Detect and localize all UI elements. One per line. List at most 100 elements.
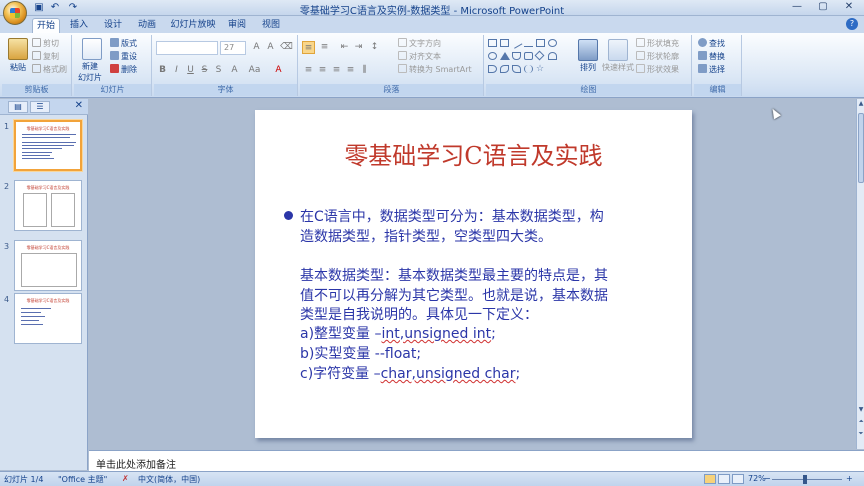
freeform-shape-icon[interactable]	[512, 65, 521, 73]
reset-button[interactable]: 重设	[110, 51, 137, 63]
shape-fill-button[interactable]: 形状填充	[636, 38, 679, 50]
grow-font-icon[interactable]: A	[250, 41, 263, 54]
bullets-icon[interactable]: ≡	[302, 41, 315, 54]
arrange-icon[interactable]	[578, 39, 598, 61]
close-pane-icon[interactable]: ✕	[75, 100, 83, 111]
zoom-slider-knob[interactable]	[803, 475, 807, 484]
scroll-up-icon[interactable]: ▲	[857, 99, 864, 109]
zoom-slider[interactable]	[772, 479, 842, 480]
paste-icon[interactable]	[8, 38, 28, 60]
body-text-line[interactable]: 基本数据类型：基本数据类型最主要的特点是，其	[300, 265, 608, 285]
align-text-button[interactable]: 对齐文本	[398, 51, 441, 63]
spellcheck-icon[interactable]: ✗	[122, 474, 129, 483]
language-indicator[interactable]: 中文(简体，中国)	[138, 474, 200, 485]
char-spacing-icon[interactable]: A	[228, 64, 241, 77]
shrink-font-icon[interactable]: A	[264, 41, 277, 54]
tab-animations[interactable]: 动画	[134, 18, 160, 33]
slide-thumbnail-3[interactable]: 零基础学习C语言及实践	[14, 240, 82, 291]
rect2-shape-icon[interactable]	[536, 39, 545, 47]
find-button[interactable]: 查找	[698, 38, 725, 50]
strikethrough-icon[interactable]: S	[198, 64, 211, 77]
tab-review[interactable]: 审阅	[224, 18, 250, 33]
notes-placeholder[interactable]: 单击此处添加备注	[96, 456, 176, 471]
star-shape-icon[interactable]: ☆	[536, 65, 545, 74]
tab-insert[interactable]: 插入	[66, 18, 92, 33]
slide-sorter-icon[interactable]	[718, 474, 730, 484]
font-color-icon[interactable]: A	[272, 64, 285, 77]
bracket-shape-icon[interactable]	[524, 52, 533, 60]
paste-button[interactable]: 粘贴	[10, 62, 26, 74]
textbox-shape-icon[interactable]	[500, 39, 509, 47]
slide[interactable]: 零基础学习C语言及实践 在C语言中，数据类型可分为：基本数据类型，构 造数据类型…	[255, 110, 692, 438]
theme-name[interactable]: "Office 主题"	[58, 474, 107, 485]
diamond-shape-icon[interactable]	[534, 50, 545, 61]
justify-icon[interactable]: ≡	[344, 64, 357, 77]
new-slide-icon[interactable]	[82, 38, 102, 60]
tab-home[interactable]: 开始	[32, 18, 60, 33]
body-text-line[interactable]: 在C语言中，数据类型可分为：基本数据类型，构	[300, 206, 604, 226]
maximize-button[interactable]: ▢	[810, 0, 836, 15]
next-slide-icon[interactable]: ⏷	[857, 429, 864, 439]
text-direction-button[interactable]: 文字方向	[398, 38, 441, 50]
zoom-out-icon[interactable]: −	[764, 474, 771, 483]
new-slide-button-2[interactable]: 幻灯片	[78, 72, 102, 84]
scroll-thumb[interactable]	[858, 113, 864, 183]
align-center-icon[interactable]: ≡	[316, 64, 329, 77]
shapes-gallery[interactable]: ☆	[488, 37, 564, 79]
select-button[interactable]: 选择	[698, 64, 725, 76]
tab-slideshow[interactable]: 幻灯片放映	[168, 18, 218, 33]
slideshow-view-icon[interactable]	[732, 474, 744, 484]
curve-shape-icon[interactable]	[488, 65, 497, 73]
vertical-scrollbar[interactable]: ▲ ▼ ⏶ ⏷	[856, 99, 864, 449]
definition-item-float[interactable]: b)实型变量 --float;	[300, 343, 421, 363]
replace-button[interactable]: 替换	[698, 51, 725, 63]
decrease-indent-icon[interactable]: ⇤	[338, 41, 351, 54]
zoom-in-icon[interactable]: +	[846, 474, 853, 483]
quick-styles-button[interactable]: 快速样式	[602, 62, 634, 74]
scroll-down-icon[interactable]: ▼	[857, 405, 864, 415]
definition-item-int[interactable]: a)整型变量 –int,unsigned int;	[300, 323, 496, 343]
font-name-combo[interactable]	[156, 41, 218, 55]
oval-shape-icon[interactable]	[548, 39, 557, 47]
minimize-button[interactable]: —	[784, 0, 810, 15]
connector-shape-icon[interactable]	[512, 52, 521, 60]
format-painter-button[interactable]: 格式刷	[32, 64, 67, 76]
help-icon[interactable]: ?	[846, 18, 858, 30]
definition-item-char[interactable]: c)字符变量 –char,unsigned char;	[300, 363, 520, 383]
body-text-line[interactable]: 值不可以再分解为其它类型。也就是说，基本数据	[300, 285, 608, 305]
tab-design[interactable]: 设计	[100, 18, 126, 33]
close-button[interactable]: ✕	[836, 0, 862, 15]
numbering-icon[interactable]: ≡	[318, 41, 331, 54]
tab-view[interactable]: 视图	[258, 18, 284, 33]
braces-shape-icon[interactable]	[524, 65, 533, 73]
shape-effects-button[interactable]: 形状效果	[636, 64, 679, 76]
normal-view-icon[interactable]	[704, 474, 716, 484]
cut-button[interactable]: 剪切	[32, 38, 59, 50]
italic-icon[interactable]: I	[170, 64, 183, 77]
line2-shape-icon[interactable]	[524, 39, 533, 47]
prev-slide-icon[interactable]: ⏶	[857, 417, 864, 427]
align-left-icon[interactable]: ≡	[302, 64, 315, 77]
delete-slide-button[interactable]: 删除	[110, 64, 137, 76]
slides-tab-icon[interactable]: ▤	[8, 101, 28, 113]
arrange-button[interactable]: 排列	[580, 62, 596, 74]
shape-outline-button[interactable]: 形状轮廓	[636, 51, 679, 63]
layout-button[interactable]: 版式	[110, 38, 137, 50]
line-shape-icon[interactable]	[510, 37, 523, 49]
notes-pane[interactable]: 单击此处添加备注	[89, 450, 864, 471]
rectangle-shape-icon[interactable]	[488, 39, 497, 47]
align-right-icon[interactable]: ≡	[330, 64, 343, 77]
copy-button[interactable]: 复制	[32, 51, 59, 63]
body-text-line[interactable]: 类型是自我说明的。具体见一下定义：	[300, 304, 538, 324]
increase-indent-icon[interactable]: ⇥	[352, 41, 365, 54]
triangle-shape-icon[interactable]	[500, 52, 510, 60]
arc-shape-icon[interactable]	[548, 52, 557, 60]
slide-thumbnail-1[interactable]: 零基础学习C语言及实践	[14, 120, 82, 171]
change-case-icon[interactable]: Aa	[248, 64, 261, 77]
font-size-combo[interactable]: 27	[220, 41, 246, 55]
shadow-icon[interactable]: S	[212, 64, 225, 77]
slide-title[interactable]: 零基础学习C语言及实践	[255, 136, 692, 171]
quick-styles-icon[interactable]	[608, 39, 628, 61]
columns-icon[interactable]: ⫼	[358, 64, 371, 77]
clear-format-icon[interactable]: ⌫	[280, 41, 293, 54]
